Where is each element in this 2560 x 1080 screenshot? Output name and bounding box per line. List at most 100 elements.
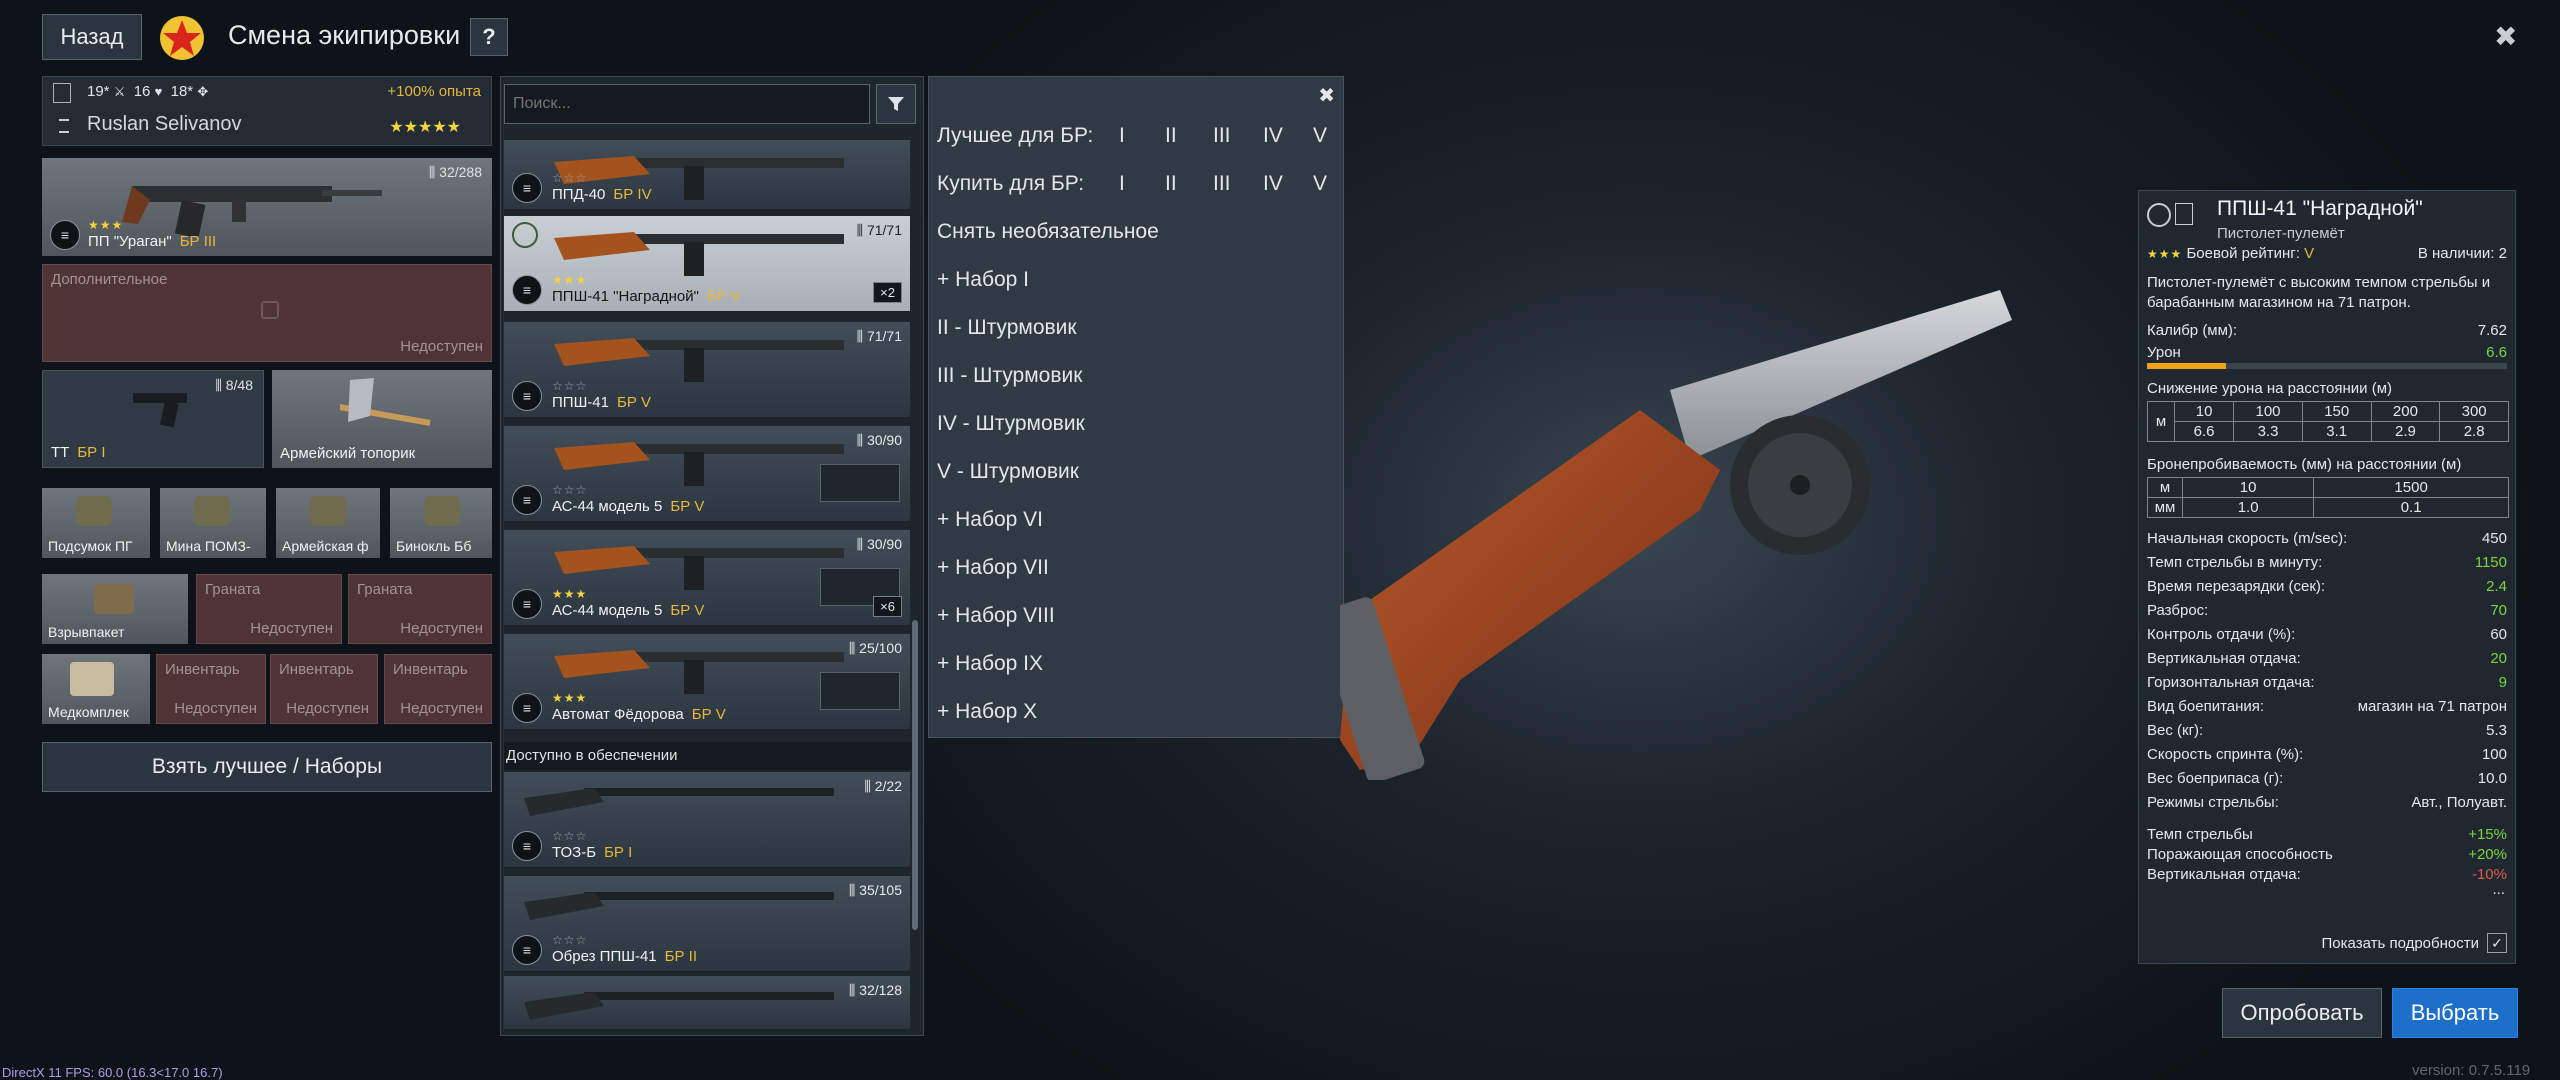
axe-image xyxy=(340,378,431,426)
inventory-slot-3[interactable]: Инвентарь Недоступен xyxy=(384,654,492,724)
preset-menu-item[interactable]: + Набор IX xyxy=(937,641,1327,687)
rank-option-2[interactable]: II xyxy=(1165,172,1177,196)
weapon-list-item[interactable]: ⫼ 30/90 ≡ ☆☆☆ АС-44 модель 5 БР V xyxy=(504,426,910,522)
melee-slot[interactable]: Армейский топорик xyxy=(272,370,492,468)
stat-row: Контроль отдачи (%): 60 xyxy=(2147,625,2507,643)
supply-list-item[interactable]: ⫼ 35/105 ≡ ☆☆☆ Обрез ППШ-41 БР II xyxy=(504,876,910,972)
weapon-name: ППШ-41 "Наградной" БР V xyxy=(552,288,741,305)
scrollbar[interactable] xyxy=(912,620,918,930)
preset-menu-item[interactable]: Снять необязательное xyxy=(937,209,1327,255)
slot-title: Инвентарь xyxy=(279,661,354,678)
rank-option-1[interactable]: I xyxy=(1119,172,1125,196)
filter-button[interactable] xyxy=(876,84,916,124)
damage-bar xyxy=(2147,363,2507,369)
preset-menu-item[interactable]: + Набор I xyxy=(937,257,1327,303)
rank-option-4[interactable]: IV xyxy=(1263,172,1283,196)
weapon-stars: ☆☆☆ xyxy=(552,483,588,497)
weapon-preview-image xyxy=(1340,290,2012,780)
weapon-list-item[interactable]: ⫼ 30/90 ≡ ★★★ АС-44 модель 5 БР V ×6 xyxy=(504,530,910,626)
equipment-slot[interactable]: Бинокль Бб xyxy=(390,488,492,558)
back-button[interactable]: Назад xyxy=(42,14,142,60)
try-button[interactable]: Опробовать xyxy=(2222,988,2382,1038)
close-icon[interactable]: ✖ xyxy=(1318,83,1335,108)
preset-menu-item[interactable]: + Набор VII xyxy=(937,545,1327,591)
grenade-slot-2[interactable]: Граната Недоступен xyxy=(196,574,342,644)
stock-count: В наличии: 2 xyxy=(2417,245,2507,262)
rank-option-3[interactable]: III xyxy=(1213,124,1231,148)
medal-icon xyxy=(2147,203,2171,227)
grenade-slot[interactable]: Взрывпакет xyxy=(42,574,188,644)
inventory-slot-1[interactable]: Инвентарь Недоступен xyxy=(156,654,266,724)
pistol-name: ТТ БР I xyxy=(51,444,106,461)
weapon-name: ТОЗ-Б БР I xyxy=(552,844,633,861)
supply-list-item[interactable]: ⫼ 32/128 xyxy=(504,976,910,1030)
supply-list-item[interactable]: ⫼ 2/22 ≡ ☆☆☆ ТОЗ-Б БР I xyxy=(504,772,910,868)
preset-menu-item[interactable]: + Набор X xyxy=(937,689,1327,735)
equipment-slot[interactable]: Мина ПОМЗ- xyxy=(160,488,266,558)
equipment-image xyxy=(310,496,346,526)
weapon-list-item[interactable]: ≡ ☆☆☆ ППД-40 БР IV xyxy=(504,140,910,210)
equipment-image xyxy=(76,496,112,526)
stat-row: Вес боеприпаса (г): 10.0 xyxy=(2147,769,2507,787)
weapon-image xyxy=(554,650,844,694)
melee-name: Армейский топорик xyxy=(280,445,416,462)
weapon-list-item[interactable]: ⫼ 71/71 ≡ ★★★ ППШ-41 "Наградной" БР V ×2 xyxy=(504,216,910,312)
ammo-count: ⫼ 71/71 xyxy=(856,222,902,238)
help-button[interactable]: ? xyxy=(470,18,508,56)
caliber-row: Калибр (мм): 7.62 xyxy=(2147,321,2507,339)
rank-option-4[interactable]: IV xyxy=(1263,124,1283,148)
grenade-slot-3[interactable]: Граната Недоступен xyxy=(348,574,492,644)
preset-menu-item[interactable]: V - Штурмовик xyxy=(937,449,1327,495)
preset-menu-item[interactable]: III - Штурмовик xyxy=(937,353,1327,399)
rank-option-1[interactable]: I xyxy=(1119,124,1125,148)
weapon-list-item[interactable]: ⫼ 71/71 ≡ ☆☆☆ ППШ-41 БР V xyxy=(504,322,910,418)
slot-status: Недоступен xyxy=(174,700,257,717)
equipment-image xyxy=(194,496,230,526)
preset-menu-item[interactable]: II - Штурмовик xyxy=(937,305,1327,351)
slot-title: Инвентарь xyxy=(165,661,240,678)
weapon-description: Пистолет-пулемёт с высоким темпом стрель… xyxy=(2147,274,2491,311)
slot-title: Дополнительное xyxy=(51,271,168,288)
primary-weapon-slot[interactable]: ⫼ 32/288 ≡ ★★★ ПП "Ураган" БР III xyxy=(42,158,492,256)
preset-menu-item[interactable]: + Набор VIII xyxy=(937,593,1327,639)
soldier-card[interactable]: 19* ⚔ 16 ♥ 18* ✥ +100% опыта Ruslan Seli… xyxy=(42,76,492,146)
weapon-name: АС-44 модель 5 БР V xyxy=(552,602,705,619)
medal-icon xyxy=(512,222,538,248)
equipment-slot[interactable]: Подсумок ПГ xyxy=(42,488,150,558)
close-icon[interactable]: ✖ xyxy=(2494,20,2517,53)
pistol-slot[interactable]: ⫼ 8/48 ТТ БР I xyxy=(42,370,264,468)
weapon-image xyxy=(524,992,834,1020)
show-details-checkbox[interactable]: ✓ xyxy=(2487,933,2507,953)
grenade-name: Взрывпакет xyxy=(48,624,125,640)
rank-option-3[interactable]: III xyxy=(1213,172,1231,196)
ammo-count: ⫼ 30/90 xyxy=(856,432,902,448)
equipment-slot[interactable]: Армейская ф xyxy=(276,488,380,558)
supply-header: Доступно в обеспечении xyxy=(504,742,912,770)
weapon-name: Автомат Фёдорова БР V xyxy=(552,706,726,723)
weapon-list-item[interactable]: ⫼ 25/100 ≡ ★★★ Автомат Фёдорова БР V xyxy=(504,634,910,730)
stat-row: Темп стрельбы в минуту: 1150 xyxy=(2147,553,2507,571)
rank-option-2[interactable]: II xyxy=(1165,124,1177,148)
slot-status: Недоступен xyxy=(400,620,483,637)
weapon-name: ППШ-41 БР V xyxy=(552,394,652,411)
weapon-stars: ★★★ xyxy=(88,218,124,232)
select-button[interactable]: Выбрать xyxy=(2392,988,2518,1038)
falloff-title: Снижение урона на расстоянии (м) xyxy=(2147,379,2393,397)
weapon-title: ППШ-41 "Наградной" xyxy=(2217,197,2423,220)
count-badge: ×6 xyxy=(873,596,902,617)
rank-option-5[interactable]: V xyxy=(1313,172,1327,196)
medkit-slot[interactable]: Медкомплек xyxy=(42,654,150,724)
rank-icon xyxy=(59,119,69,133)
rank-option-5[interactable]: V xyxy=(1313,124,1327,148)
search-input[interactable] xyxy=(504,84,870,124)
take-best-button[interactable]: Взять лучшее / Наборы xyxy=(42,742,492,792)
count-badge: ×2 xyxy=(873,282,902,303)
pistol-image xyxy=(133,393,187,428)
secondary-weapon-slot[interactable]: Дополнительное Недоступен xyxy=(42,264,492,362)
bayonet-attachment[interactable] xyxy=(820,672,900,710)
weapon-stars: ☆☆☆ xyxy=(552,829,588,843)
preset-menu-item[interactable]: + Набор VI xyxy=(937,497,1327,543)
inventory-slot-2[interactable]: Инвентарь Недоступен xyxy=(270,654,378,724)
preset-menu-item[interactable]: IV - Штурмовик xyxy=(937,401,1327,447)
bayonet-attachment[interactable] xyxy=(820,464,900,502)
